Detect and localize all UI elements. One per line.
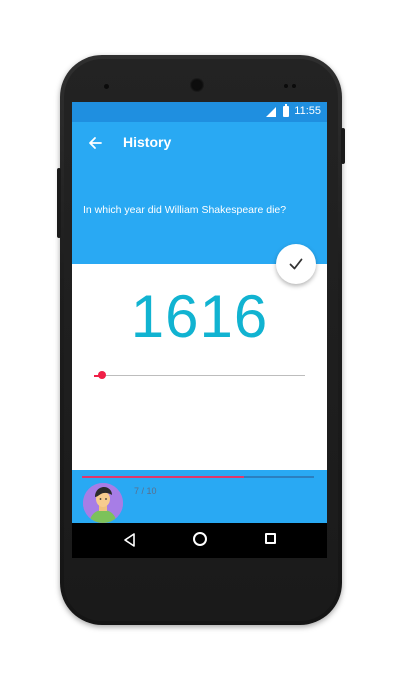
light-sensor bbox=[292, 84, 296, 88]
app-bar: History bbox=[72, 122, 327, 164]
answer-year: 1616 bbox=[130, 283, 269, 350]
progress-panel: 7 / 10 bbox=[72, 470, 327, 523]
navigation-bar bbox=[72, 523, 327, 558]
status-bar: 11:55 bbox=[72, 102, 327, 122]
status-time: 11:55 bbox=[294, 105, 321, 117]
circle-home-icon[interactable] bbox=[193, 532, 207, 546]
page-title: History bbox=[123, 134, 172, 150]
progress-counter: 7 / 10 bbox=[134, 486, 157, 496]
signal-icon bbox=[266, 107, 276, 117]
confirm-answer-button[interactable] bbox=[276, 244, 316, 284]
progress-fill bbox=[82, 476, 245, 478]
screen: 11:55 History In which year did William … bbox=[72, 102, 327, 558]
year-slider-track[interactable] bbox=[94, 375, 305, 376]
avatar[interactable] bbox=[83, 483, 123, 523]
check-icon bbox=[289, 258, 303, 270]
proximity-sensor bbox=[284, 84, 288, 88]
front-camera bbox=[190, 78, 204, 92]
square-recents-icon[interactable] bbox=[265, 533, 276, 544]
battery-icon bbox=[283, 104, 289, 117]
arrow-back-icon[interactable] bbox=[84, 132, 106, 154]
triangle-back-icon[interactable] bbox=[122, 532, 138, 548]
volume-button bbox=[57, 168, 61, 238]
front-sensor bbox=[104, 84, 109, 89]
question-text: In which year did William Shakespeare di… bbox=[83, 204, 287, 216]
power-button bbox=[341, 128, 345, 164]
